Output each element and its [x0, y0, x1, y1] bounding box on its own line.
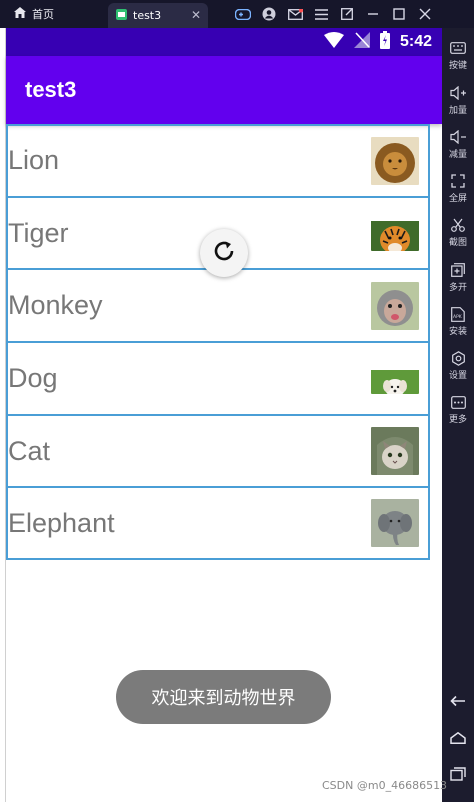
close-icon[interactable] — [414, 4, 436, 24]
status-bar: 5:42 — [6, 28, 442, 56]
sidebar-item-label: 全屏 — [448, 194, 467, 204]
sidebar-item-volume-down[interactable]: 减量 — [442, 129, 474, 160]
tab-home[interactable]: 首页 — [6, 4, 62, 24]
list-item[interactable]: Dog — [6, 342, 430, 415]
fullscreen-icon — [449, 173, 467, 189]
sidebar-item-label: 截图 — [448, 238, 467, 248]
lion-image — [371, 136, 419, 185]
sidebar-item-label: 减量 — [448, 150, 467, 160]
volume-up-icon — [449, 85, 467, 101]
animal-name: Cat — [8, 435, 51, 466]
list-item[interactable]: Elephant — [6, 487, 430, 561]
animal-name: Tiger — [8, 217, 69, 248]
tab-home-label: 首页 — [32, 8, 54, 21]
animal-name: Monkey — [8, 290, 103, 321]
emulator-sidebar: 按键 加量 减量 全屏 截图 多开 APK 安装 设置 更多 — [442, 28, 474, 802]
sidebar-item-settings[interactable]: 设置 — [442, 350, 474, 381]
elephant-image — [371, 499, 419, 548]
monkey-image — [371, 281, 419, 330]
refresh-icon — [211, 238, 237, 268]
animal-name: Lion — [8, 145, 60, 176]
list-item[interactable]: Cat — [6, 414, 430, 488]
scissors-icon — [449, 217, 467, 233]
back-button[interactable] — [442, 692, 474, 714]
home-icon — [14, 7, 26, 21]
cat-image — [371, 427, 419, 476]
svg-text:APK: APK — [453, 314, 463, 320]
sidebar-item-label: 安装 — [448, 327, 467, 337]
animal-name: Elephant — [8, 507, 115, 538]
sidebar-item-label: 按键 — [448, 61, 467, 71]
menu-icon[interactable] — [310, 4, 332, 24]
sidebar-item-keys[interactable]: 按键 — [442, 40, 474, 71]
app-bar: test3 — [6, 56, 442, 124]
gamepad-icon[interactable] — [232, 4, 254, 24]
status-time: 5:42 — [399, 33, 432, 50]
sidebar-item-more[interactable]: 更多 — [442, 394, 474, 425]
animal-name: Dog — [8, 362, 58, 393]
keyboard-icon — [449, 40, 467, 56]
sidebar-item-install[interactable]: APK 安装 — [442, 306, 474, 337]
sidebar-item-label: 设置 — [448, 371, 467, 381]
battery-icon — [379, 31, 390, 53]
sidebar-item-screenshot[interactable]: 截图 — [442, 217, 474, 248]
home-nav-icon — [450, 731, 466, 748]
gear-icon — [449, 350, 467, 366]
sidebar-item-fullscreen[interactable]: 全屏 — [442, 173, 474, 204]
list-item[interactable]: Lion — [6, 124, 430, 197]
apk-icon: APK — [449, 306, 467, 322]
window-title-bar: 首页 test3 ✕ — [0, 0, 474, 28]
tab-close-icon[interactable]: ✕ — [191, 8, 201, 22]
signal-icon — [353, 32, 370, 52]
emulator-window: 首页 test3 ✕ 5:42 test3 Lion Tiger Monkey … — [0, 0, 474, 802]
volume-down-icon — [449, 129, 467, 145]
sidebar-item-label: 加量 — [448, 106, 467, 116]
minimize-icon[interactable] — [362, 4, 384, 24]
maximize-icon[interactable] — [388, 4, 410, 24]
wifi-icon — [323, 32, 344, 52]
sidebar-item-label: 更多 — [448, 415, 467, 425]
back-icon — [450, 695, 466, 711]
sidebar-item-label: 多开 — [448, 283, 467, 293]
app-icon — [116, 8, 127, 23]
more-icon — [449, 394, 467, 410]
refresh-button[interactable] — [200, 229, 248, 277]
mail-icon[interactable] — [284, 4, 306, 24]
popout-icon[interactable] — [336, 4, 358, 24]
recents-icon — [450, 767, 466, 785]
home-button[interactable] — [442, 729, 474, 751]
list-item[interactable]: Monkey — [6, 269, 430, 343]
tab-test3[interactable]: test3 ✕ — [108, 3, 208, 28]
animal-list: Lion Tiger Monkey Dog Cat Elephant — [6, 124, 430, 561]
window-toolbar — [228, 4, 436, 24]
app-title: test3 — [25, 77, 77, 102]
tiger-image — [371, 215, 419, 252]
multi-open-icon — [449, 262, 467, 278]
tab-test3-label: test3 — [133, 9, 162, 22]
sidebar-item-volume-up[interactable]: 加量 — [442, 85, 474, 116]
toast-message: 欢迎来到动物世界 — [116, 670, 331, 724]
account-icon[interactable] — [258, 4, 280, 24]
watermark: CSDN @m0_46686513 — [322, 779, 448, 792]
dog-image — [371, 362, 419, 395]
phone-screen: 5:42 test3 Lion Tiger Monkey Dog Cat Ele… — [6, 28, 442, 802]
sidebar-item-multi-open[interactable]: 多开 — [442, 262, 474, 293]
